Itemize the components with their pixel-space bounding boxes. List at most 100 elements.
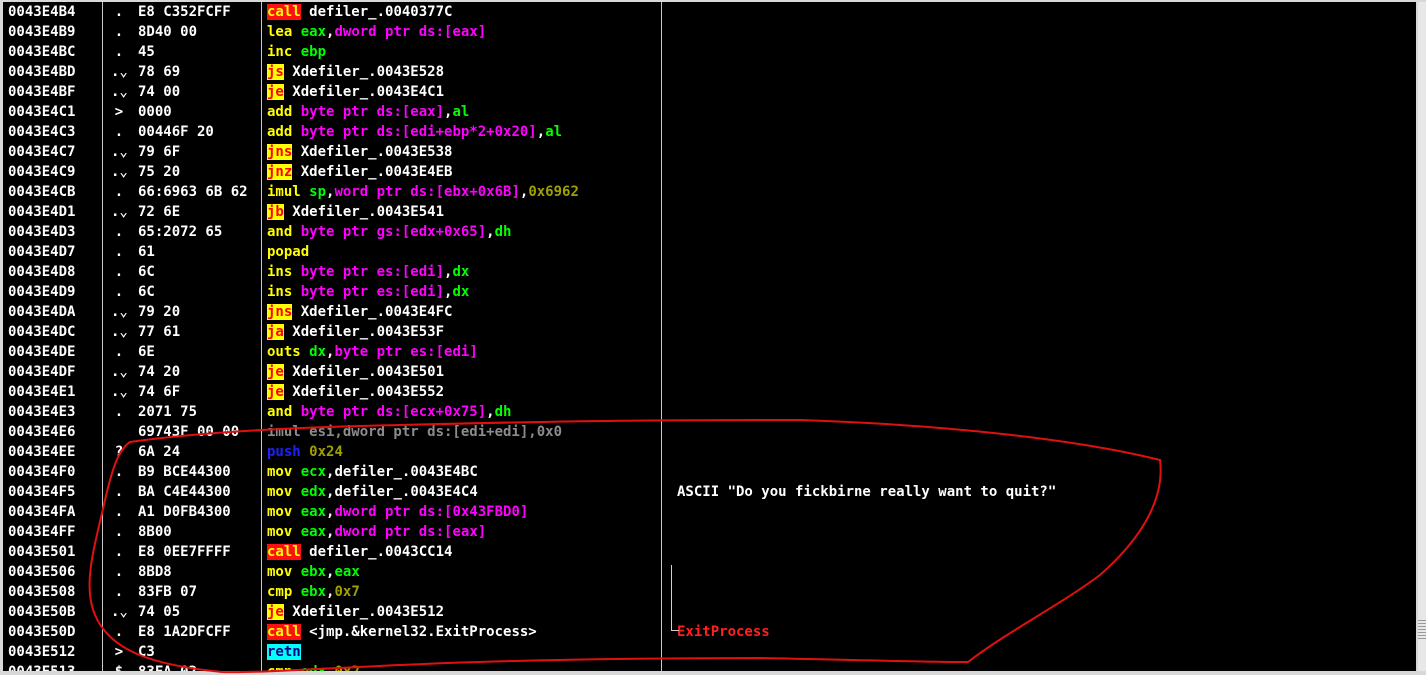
scrollbar-thumb[interactable] — [1418, 620, 1426, 640]
disasm-row[interactable]: 0043E4D1 .⌄ 72 6E jb Xdefiler_.0043E541 — [3, 202, 1416, 222]
operand-token — [292, 124, 300, 140]
hex-dump-cell: 00446F 20 — [138, 124, 214, 140]
hex-dump-cell: 45 — [138, 44, 155, 60]
hex-dump-cell: 66:6963 6B 62 — [138, 184, 248, 200]
disasm-row[interactable]: 0043E4DA .⌄ 79 20 jns Xdefiler_.0043E4FC — [3, 302, 1416, 322]
disasm-row[interactable]: 0043E4C1 >0000 add byte ptr ds:[eax],al — [3, 102, 1416, 122]
mnemonic: imul — [267, 184, 301, 200]
disasm-row[interactable]: 0043E501. E8 0EE7FFFF call defiler_.0043CC… — [3, 542, 1416, 562]
mnemonic: ins — [267, 264, 293, 280]
instruction-cell: inc ebp — [267, 42, 662, 62]
disasm-row[interactable]: 0043E4D9. 6C ins byte ptr es:[edi],dx — [3, 282, 1416, 302]
disasm-row[interactable]: 0043E4FF. 8B00 mov eax,dword ptr ds:[eax] — [3, 522, 1416, 542]
disassembly-pane[interactable]: 0043E4B4. E8 C352FCFF call defiler_.004037… — [3, 2, 1416, 671]
comment-cell: ExitProcess — [677, 624, 770, 640]
mnemonic: outs — [267, 344, 301, 360]
address-cell: 0043E4C9 — [8, 164, 76, 180]
instruction-cell: mov edx,defiler_.0043E4C4 — [267, 482, 662, 502]
address-cell: 0043E4B9 — [8, 24, 76, 40]
address-cell: 0043E4DF — [8, 364, 76, 380]
operand-token — [292, 504, 300, 520]
disasm-row[interactable]: 0043E4B4. E8 C352FCFF call defiler_.004037… — [3, 2, 1416, 22]
disasm-row[interactable]: 0043E4DC .⌄ 77 61 ja Xdefiler_.0043E53F — [3, 322, 1416, 342]
operand-token: byte ptr es:[edi] — [300, 264, 445, 280]
disasm-row[interactable]: 0043E4CB. 66:6963 6B 62 imul sp,word ptr d… — [3, 182, 1416, 202]
operand-token: dh — [494, 224, 512, 240]
operand-token: Xdefiler_.0043E4EB — [300, 164, 453, 180]
disasm-row[interactable]: 0043E4E3. 2071 75 and byte ptr ds:[ecx+0x7… — [3, 402, 1416, 422]
disasm-row[interactable]: 0043E4BC. 45 inc ebp — [3, 42, 1416, 62]
operand-token: ebp — [300, 44, 327, 60]
disasm-row[interactable]: 0043E506. 8BD8 mov ebx,eax — [3, 562, 1416, 582]
operand-token — [301, 544, 309, 560]
operand-token — [292, 464, 300, 480]
address-cell: 0043E4BD — [8, 64, 76, 80]
operand-token: dword ptr ds:[0x43FBD0] — [334, 504, 529, 520]
vertical-scrollbar[interactable] — [1418, 2, 1426, 671]
hex-dump-cell: B9 BCE44300 — [138, 464, 231, 480]
operand-token: dh — [494, 404, 512, 420]
disasm-row[interactable]: 0043E4D8. 6C ins byte ptr es:[edi],dx — [3, 262, 1416, 282]
mnemonic: ins — [267, 284, 293, 300]
instruction-cell: retn — [267, 642, 662, 662]
disasm-row[interactable]: 0043E4D7. 61 popad — [3, 242, 1416, 262]
operand-token: defiler_.0043CC14 — [309, 544, 453, 560]
operand-token: 0x2 — [334, 664, 359, 671]
disasm-row[interactable]: 0043E4C9 .⌄ 75 20 jnz Xdefiler_.0043E4EB — [3, 162, 1416, 182]
instruction-cell: popad — [267, 242, 662, 262]
disasm-row[interactable]: 0043E4FA. A1 D0FB4300 mov eax,dword ptr ds… — [3, 502, 1416, 522]
mnemonic: add — [267, 124, 293, 140]
operand-token — [292, 664, 300, 671]
disasm-row[interactable]: 0043E513 $83FA 02 cmp edx,0x2 — [3, 662, 1416, 671]
disasm-row[interactable]: 0043E4BD .⌄ 78 69 js Xdefiler_.0043E528 — [3, 62, 1416, 82]
disasm-row[interactable]: 0043E4B9. 8D40 00 lea eax,dword ptr ds:[ea… — [3, 22, 1416, 42]
operand-token: edx — [300, 484, 327, 500]
mnemonic: je — [267, 84, 284, 100]
operand-token: byte ptr es:[edi] — [300, 284, 445, 300]
jump-marker: > — [114, 104, 124, 120]
address-cell: 0043E50B — [8, 604, 76, 620]
operand-token — [301, 184, 309, 200]
hex-dump-cell: 6C — [138, 264, 155, 280]
hex-dump-cell: 74 20 — [138, 364, 181, 380]
disasm-row[interactable]: 0043E4D3. 65:2072 65 and byte ptr gs:[edx+… — [3, 222, 1416, 242]
disasm-row[interactable]: 0043E4BF .⌄ 74 00 je Xdefiler_.0043E4C1 — [3, 82, 1416, 102]
instruction-cell: je Xdefiler_.0043E512 — [267, 602, 662, 622]
operand-token: Xdefiler_.0043E53F — [292, 324, 445, 340]
disasm-row[interactable]: 0043E50D. E8 1A2DFCFF call <jmp.&kernel32.… — [3, 622, 1416, 642]
mnemonic: call — [267, 4, 301, 20]
operand-token — [292, 224, 300, 240]
jump-marker: . — [114, 224, 124, 240]
hex-dump-cell: 8B00 — [138, 524, 172, 540]
operand-token: al — [452, 104, 470, 120]
hex-dump-cell: 2071 75 — [138, 404, 198, 420]
disasm-row[interactable]: 0043E4F5. BA C4E44300 mov edx,defiler_.004… — [3, 482, 1416, 502]
disasm-row[interactable]: 0043E4C7 .⌄ 79 6F jns Xdefiler_.0043E538 — [3, 142, 1416, 162]
instruction-cell: jns Xdefiler_.0043E4FC — [267, 302, 662, 322]
instruction-cell: ins byte ptr es:[edi],dx — [267, 262, 662, 282]
operand-token: dword ptr ds:[eax] — [334, 24, 487, 40]
disasm-row[interactable]: 0043E512 > C3 retn — [3, 642, 1416, 662]
disasm-row[interactable]: 0043E508. 83FB 07 cmp ebx,0x7 — [3, 582, 1416, 602]
disasm-row[interactable]: 0043E4EE? 6A 24 push 0x24 — [3, 442, 1416, 462]
disasm-row[interactable]: 0043E50B .⌄ 74 05 je Xdefiler_.0043E512 — [3, 602, 1416, 622]
disasm-row[interactable]: 0043E4E6 69743F 00 00 imul esi,dword ptr d… — [3, 422, 1416, 442]
instruction-cell: jnz Xdefiler_.0043E4EB — [267, 162, 662, 182]
operand-token: ebx — [300, 564, 327, 580]
instruction-cell: call <jmp.&kernel32.ExitProcess> — [267, 622, 662, 642]
disasm-row[interactable]: 0043E4DE. 6E outs dx,byte ptr es:[edi] — [3, 342, 1416, 362]
disasm-row[interactable]: 0043E4E1 .⌄ 74 6F je Xdefiler_.0043E552 — [3, 382, 1416, 402]
mnemonic: mov — [267, 484, 293, 500]
jump-marker: .⌄ — [111, 604, 128, 620]
disasm-row[interactable]: 0043E4C3. 00446F 20 add byte ptr ds:[edi+e… — [3, 122, 1416, 142]
operand-token: sp — [309, 184, 327, 200]
disasm-row[interactable]: 0043E4DF .⌄ 74 20 je Xdefiler_.0043E501 — [3, 362, 1416, 382]
operand-token: dx — [452, 264, 470, 280]
jump-marker: .⌄ — [111, 384, 128, 400]
operand-token: defiler_.0043E4C4 — [334, 484, 478, 500]
operand-token — [292, 564, 300, 580]
jump-marker: . — [114, 524, 124, 540]
address-cell: 0043E4C1 — [8, 104, 76, 120]
comment-cell: ASCII "Do you fickbirne really want to q… — [677, 484, 1057, 500]
disasm-row[interactable]: 0043E4F0. B9 BCE44300 mov ecx,defiler_.004… — [3, 462, 1416, 482]
